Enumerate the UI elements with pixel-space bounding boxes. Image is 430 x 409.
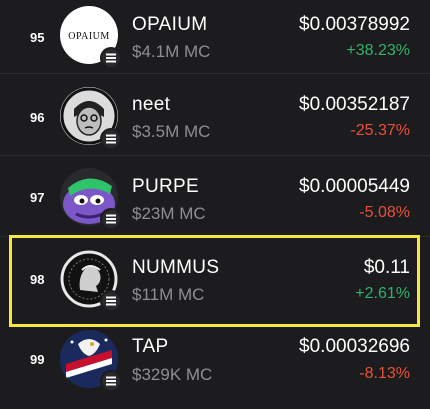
- token-price: $0.00005449: [299, 176, 410, 197]
- token-market-cap: $3.5M MC: [132, 122, 211, 141]
- token-change: +2.61%: [355, 285, 410, 302]
- solana-icon: [100, 47, 122, 69]
- solana-icon: [100, 290, 122, 312]
- token-rank: 97: [30, 190, 45, 205]
- token-market-cap: $11M MC: [132, 285, 205, 304]
- token-price: $0.00352187: [299, 94, 410, 115]
- token-rank: 98: [30, 272, 45, 287]
- logo-wordmark: OPAIUM: [68, 31, 110, 42]
- token-price: $0.11: [363, 257, 410, 278]
- token-market-cap: $329K MC: [132, 365, 213, 384]
- token-rank: 99: [30, 352, 45, 367]
- token-rank: 96: [30, 110, 45, 125]
- token-row-tap[interactable]: 99 TAP $329K MC $0.00032696 -8.13%: [0, 330, 430, 408]
- token-name: PURPE: [132, 176, 199, 197]
- token-market-cap: $4.1M MC: [132, 42, 211, 61]
- token-name: OPAIUM: [132, 14, 208, 35]
- token-price: $0.00032696: [299, 336, 410, 357]
- divider: [0, 236, 430, 237]
- token-row-nummus[interactable]: 98 NUMMUS $11M MC $0.11 +2.61%: [0, 240, 430, 318]
- token-name: NUMMUS: [132, 257, 220, 278]
- token-change: +38.23%: [346, 42, 410, 59]
- token-change: -8.13%: [359, 365, 410, 382]
- solana-icon: [100, 370, 122, 392]
- token-name: TAP: [132, 336, 169, 357]
- token-row-opaium[interactable]: 95 OPAIUM OPAIUM $4.1M MC $0.00378992 +3…: [0, 0, 430, 74]
- token-change: -25.37%: [350, 122, 410, 139]
- token-change: -5.08%: [359, 204, 410, 221]
- solana-icon: [100, 128, 122, 150]
- token-row-purpe[interactable]: 97 PURPE $23M MC $0.00005449 -5.08%: [0, 156, 430, 234]
- solana-icon: [100, 208, 122, 230]
- token-rank: 95: [30, 30, 45, 45]
- token-name: neet: [132, 94, 171, 115]
- token-market-cap: $23M MC: [132, 204, 206, 223]
- token-price: $0.00378992: [299, 14, 410, 35]
- token-row-neet[interactable]: 96 neet $3.5M MC $0.00352187 -25.37%: [0, 74, 430, 152]
